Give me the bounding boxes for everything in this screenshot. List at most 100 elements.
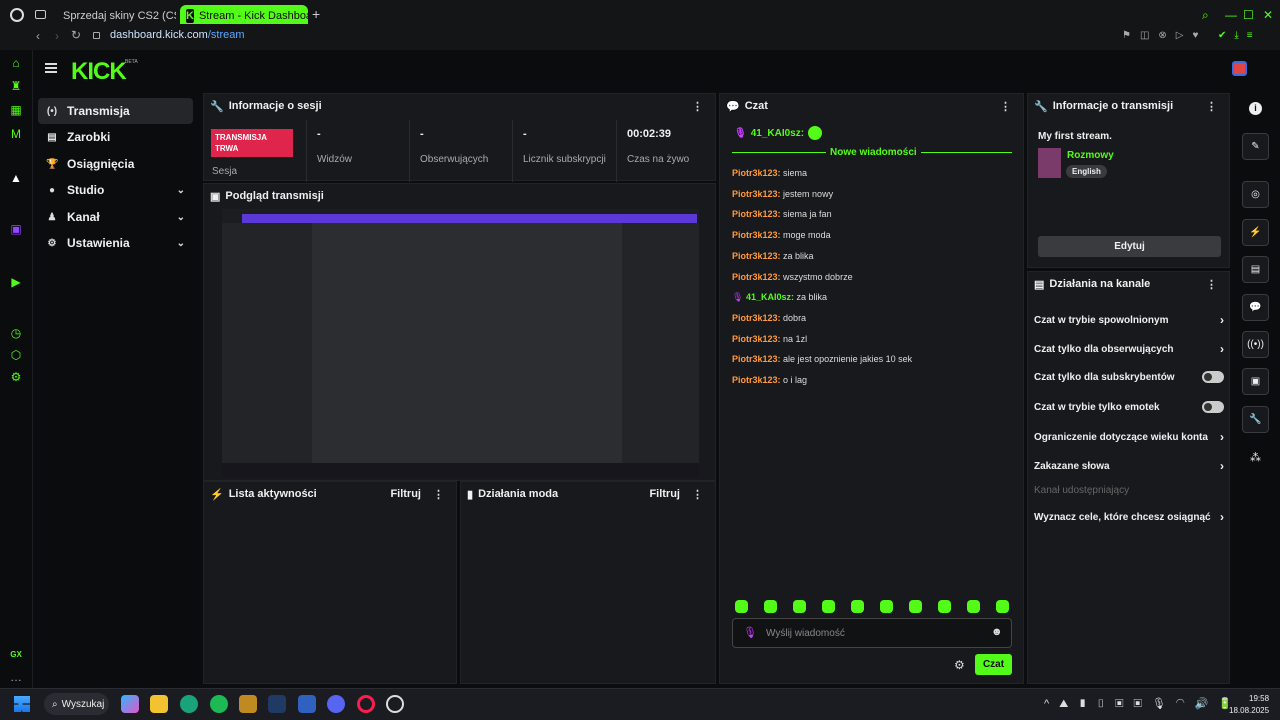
chevron-right-icon[interactable]: ›	[1220, 342, 1224, 356]
opera-logo-icon[interactable]	[10, 8, 24, 22]
edit-pencil-icon[interactable]: ✎	[1242, 133, 1269, 160]
chat-input[interactable]: 🎙 Wyślij wiadomość ☻	[732, 618, 1012, 648]
sidebar-item-ustawienia[interactable]: ⚙ Ustawienia ⌄	[38, 230, 193, 256]
url-field[interactable]: dashboard.kick.com/stream	[110, 29, 245, 41]
emote-icon[interactable]	[996, 600, 1009, 613]
chevron-right-icon[interactable]: ›	[1220, 430, 1224, 444]
chat-username[interactable]: Piotr3k123:	[732, 272, 781, 282]
emote-icon[interactable]	[764, 600, 777, 613]
chat-username[interactable]: Piotr3k123:	[732, 251, 781, 261]
chat-username[interactable]: Piotr3k123:	[732, 334, 781, 344]
sidebar-item-zarobki[interactable]: ▤ Zarobki	[38, 124, 193, 150]
chat-username[interactable]: 41_KAI0sz:	[746, 292, 794, 302]
chat-username[interactable]: Piotr3k123:	[732, 354, 781, 364]
sidebar-twitch2-icon[interactable]: ▣	[9, 222, 23, 236]
forward-icon[interactable]: ›	[55, 29, 59, 43]
modactions-menu-icon[interactable]: ⋮	[692, 488, 703, 501]
category-link[interactable]: Rozmowy	[1067, 150, 1114, 161]
workspaces-icon[interactable]	[35, 10, 46, 19]
chat-message[interactable]: Piotr3k123: na 1zl	[732, 334, 807, 344]
emote-icon[interactable]	[880, 600, 893, 613]
channel-action-item[interactable]: Czat tylko dla obserwujących ›	[1034, 342, 1224, 356]
chevron-right-icon[interactable]: ›	[1220, 459, 1224, 473]
chat-message[interactable]: Piotr3k123: o i lag	[732, 375, 807, 385]
emote-icon[interactable]	[735, 600, 748, 613]
maximize-icon[interactable]: ☐	[1243, 8, 1254, 22]
menu-icon[interactable]	[45, 63, 57, 73]
emote-icon[interactable]	[793, 600, 806, 613]
channel-action-item[interactable]: Czat w trybie spowolnionym ›	[1034, 313, 1224, 327]
chat-bubble-icon[interactable]: 💬	[1242, 294, 1269, 321]
copilot-icon[interactable]	[121, 695, 139, 713]
chat-message[interactable]: Piotr3k123: moge moda	[732, 230, 831, 240]
info-icon[interactable]: i	[1249, 102, 1262, 115]
lightning-icon[interactable]: ⚡	[1242, 219, 1269, 246]
back-icon[interactable]: ‹	[36, 29, 40, 43]
kick-logo[interactable]: KICK	[71, 58, 127, 86]
stream-preview-video[interactable]	[222, 209, 699, 477]
chat-username[interactable]: Piotr3k123:	[732, 209, 781, 219]
activity-menu-icon[interactable]: ⋮	[433, 488, 444, 501]
chevron-down-icon[interactable]: ⌄	[177, 185, 185, 196]
camera-icon[interactable]: ▣	[1242, 368, 1269, 395]
focus-icon[interactable]: ◎	[1242, 181, 1269, 208]
document-icon[interactable]: ▤	[1242, 256, 1269, 283]
reload-icon[interactable]: ↻	[71, 28, 81, 42]
app-icon[interactable]	[239, 695, 257, 713]
category-thumbnail[interactable]	[1038, 148, 1061, 178]
chat-message[interactable]: Piotr3k123: ale jest opoznienie jakies 1…	[732, 354, 912, 364]
chat-username[interactable]: Piotr3k123:	[732, 230, 781, 240]
chat-settings-icon[interactable]: ⚙	[954, 658, 965, 672]
sidebar-more-icon[interactable]: …	[9, 670, 23, 684]
user-avatar[interactable]	[1232, 61, 1247, 76]
sidebar-item-studio[interactable]: ● Studio ⌄	[38, 177, 193, 203]
chat-username[interactable]: Piotr3k123:	[732, 313, 781, 323]
sidebar-history-icon[interactable]: ◷	[9, 326, 23, 340]
chat-username[interactable]: Piotr3k123:	[732, 375, 781, 385]
channel-action-item[interactable]: Zakazane słowa ›	[1034, 459, 1224, 473]
chat-message[interactable]: Piotr3k123: dobra	[732, 313, 806, 323]
emote-icon[interactable]	[822, 600, 835, 613]
chevron-down-icon[interactable]: ⌄	[177, 212, 185, 223]
close-icon[interactable]: ✕	[1263, 8, 1273, 22]
channel-actions-menu-icon[interactable]: ⋮	[1206, 278, 1217, 291]
sidebar-item-transmisja[interactable]: (•) Transmisja	[38, 98, 193, 124]
chat-menu-icon[interactable]: ⋮	[1000, 100, 1011, 113]
emote-icon[interactable]	[851, 600, 864, 613]
activity-filter-button[interactable]: Filtruj	[390, 488, 421, 500]
new-tab-icon[interactable]: +	[312, 6, 320, 22]
sidebar-home-icon[interactable]: ⌂	[9, 56, 23, 70]
session-menu-icon[interactable]: ⋮	[692, 100, 703, 113]
pinned-user[interactable]: 🎙 41_KAI0sz:	[734, 126, 823, 140]
mic-icon[interactable]: 🎙	[743, 626, 757, 639]
chevron-right-icon[interactable]: ›	[1220, 313, 1224, 327]
app3-icon[interactable]	[386, 695, 404, 713]
emoji-icon[interactable]: ☻	[991, 626, 1003, 638]
sidebar-twitch-icon[interactable]: ▦	[9, 103, 23, 117]
sidebar-gaming-icon[interactable]: ♜	[9, 79, 23, 93]
extensions-icon[interactable]: ⚑◫⊗▷♥	[1122, 30, 1207, 41]
toggle-switch[interactable]	[1202, 371, 1224, 383]
opera-menu-icon[interactable]: ✔⤓≡	[1218, 30, 1261, 41]
channel-action-item[interactable]: Ograniczenie dotyczące wieku konta ›	[1034, 430, 1224, 444]
sidebar-gx-icon[interactable]: GX	[9, 648, 23, 662]
emote-icon[interactable]	[909, 600, 922, 613]
file-explorer-icon[interactable]	[150, 695, 168, 713]
chat-message[interactable]: Piotr3k123: siema	[732, 168, 807, 178]
minimize-icon[interactable]: —	[1225, 8, 1237, 22]
discord-icon[interactable]	[327, 695, 345, 713]
chat-username[interactable]: Piotr3k123:	[732, 168, 781, 178]
emote-icon[interactable]	[938, 600, 951, 613]
sidebar-item-kanał[interactable]: ♟ Kanał ⌄	[38, 204, 193, 230]
channel-action-item[interactable]: Czat tylko dla subskrybentów	[1034, 371, 1224, 383]
sidebar-player-icon[interactable]: ▶	[9, 275, 23, 289]
streaminfo-menu-icon[interactable]: ⋮	[1206, 100, 1217, 113]
apps-icon[interactable]: ⁂	[1250, 451, 1261, 464]
edge-icon[interactable]	[180, 695, 198, 713]
opera-gx-icon[interactable]	[357, 695, 375, 713]
modactions-filter-button[interactable]: Filtruj	[649, 488, 680, 500]
sidebar-extensions-icon[interactable]: ⬡	[9, 348, 23, 362]
sidebar-kick-icon[interactable]: ▲	[9, 171, 23, 185]
chat-message[interactable]: 🎙 41_KAI0sz: za blika	[732, 292, 827, 303]
edit-button[interactable]: Edytuj	[1038, 236, 1221, 257]
